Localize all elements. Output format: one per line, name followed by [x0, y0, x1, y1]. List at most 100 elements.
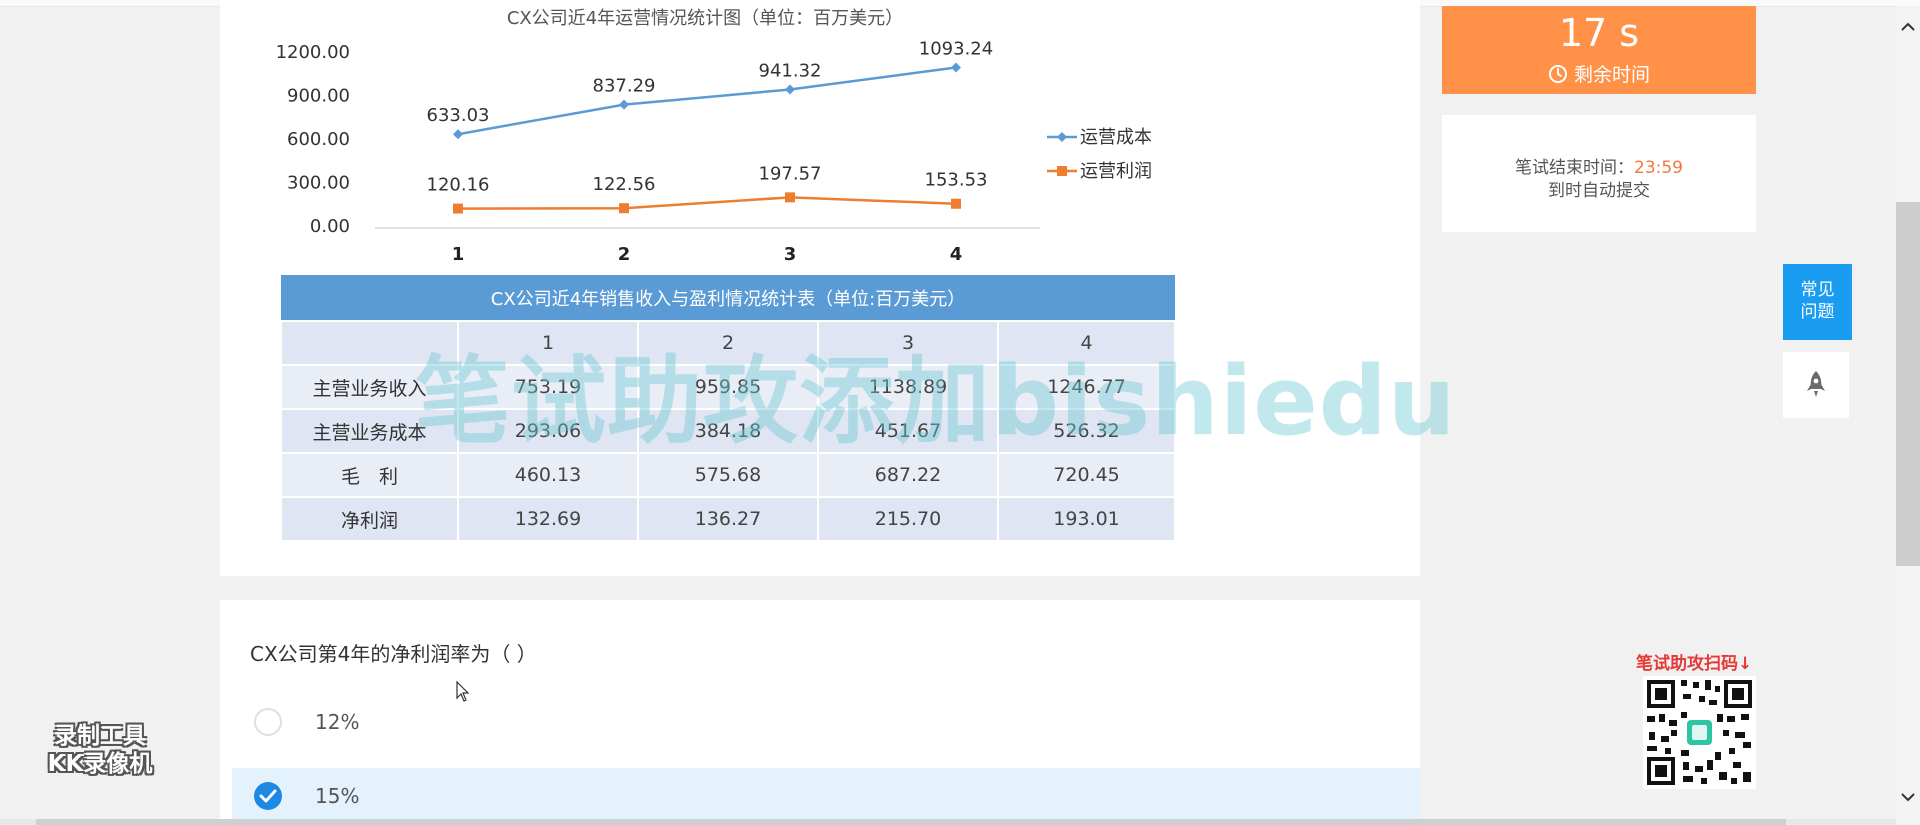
table-header-cell: 3: [817, 320, 999, 366]
faq-button[interactable]: 常见 问题: [1783, 264, 1852, 340]
table-cell: 959.85: [637, 364, 819, 410]
timer-label: 剩余时间: [1573, 64, 1650, 86]
chart-title: CX公司近4年运营情况统计图（单位：百万美元）: [507, 8, 903, 29]
table-cell: 384.18: [637, 408, 819, 454]
recorder-line2: KK录像机: [47, 751, 153, 777]
data-point: [619, 203, 629, 214]
option-label: 15%: [315, 784, 360, 808]
table-cell: 215.70: [817, 496, 999, 542]
table-header-cell: 1: [457, 320, 639, 366]
data-label: 941.32: [759, 61, 822, 82]
data-label: 120.16: [427, 175, 490, 196]
legend-label: 运营成本: [1080, 127, 1152, 148]
radio-unchecked-icon[interactable]: [254, 708, 282, 736]
legend-marker: [1057, 132, 1067, 142]
x-tick-label: 4: [950, 244, 963, 265]
table-cell: 753.19: [457, 364, 639, 410]
question-material-card: CX公司近4年运营情况统计图（单位：百万美元） 1200.00 900.00 600.…: [220, 0, 1420, 576]
legend-label: 运营利润: [1080, 161, 1152, 182]
x-tick-label: 2: [618, 244, 631, 265]
y-tick-label: 300.00: [287, 173, 350, 194]
data-point: [785, 192, 795, 203]
horizontal-scrollbar-thumb[interactable]: [36, 819, 1786, 825]
rocket-icon: [1807, 371, 1825, 397]
table-header-cell: 4: [996, 320, 1177, 366]
recorder-line1: 录制工具: [54, 723, 146, 749]
table-row: 毛 利 460.13 575.68 687.22 720.45: [280, 452, 1177, 498]
end-time-line: 笔试结束时间：23:59: [1442, 153, 1756, 178]
faq-label-line2: 问题: [1800, 302, 1835, 322]
data-point: [951, 198, 961, 209]
question-card: CX公司第4年的净利润率为（ ） 12% 15%: [220, 600, 1420, 825]
faq-label-line1: 常见: [1800, 280, 1835, 300]
row-label: 毛 利: [280, 452, 459, 498]
exam-end-info: 笔试结束时间：23:59 到时自动提交: [1442, 115, 1756, 232]
table-cell: 526.32: [996, 408, 1177, 454]
data-point: [785, 84, 795, 95]
x-tick-label: 1: [452, 244, 465, 265]
row-label: 主营业务收入: [280, 364, 459, 410]
y-tick-label: 600.00: [287, 129, 350, 150]
y-tick-label: 900.00: [287, 86, 350, 107]
table-header-cell: [280, 320, 459, 366]
table-header-cell: 2: [637, 320, 819, 366]
timer-value: 17 s: [1558, 11, 1640, 55]
question-text: CX公司第4年的净利润率为（ ）: [250, 642, 537, 666]
data-point: [453, 129, 463, 140]
table-cell: 1138.89: [817, 364, 999, 410]
row-label: 净利润: [280, 496, 459, 542]
option-b[interactable]: 15%: [232, 768, 1420, 824]
operating-line-chart: CX公司近4年运营情况统计图（单位：百万美元） 1200.00 900.00 600.…: [276, 8, 1152, 265]
timer-label-group: 剩余时间: [1548, 60, 1650, 87]
clock-icon: [1548, 64, 1567, 83]
mouse-cursor-icon: [456, 681, 470, 702]
table-header-row: 1 2 3 4: [280, 320, 1177, 366]
qr-code-image: [1643, 676, 1756, 789]
option-a[interactable]: 12%: [232, 694, 1420, 750]
table-cell: 460.13: [457, 452, 639, 498]
x-tick-label: 3: [784, 244, 797, 265]
table-cell: 687.22: [817, 452, 999, 498]
scrollbar-thumb[interactable]: [1896, 202, 1920, 566]
back-to-top-button[interactable]: [1783, 352, 1849, 418]
countdown-timer: 17 s 剩余时间: [1442, 6, 1756, 94]
table-row: 主营业务收入 753.19 959.85 1138.89 1246.77: [280, 364, 1177, 410]
data-label: 122.56: [593, 174, 656, 195]
vertical-scrollbar[interactable]: [1896, 6, 1920, 825]
data-point: [453, 203, 463, 214]
data-label: 1093.24: [919, 38, 993, 59]
data-label: 197.57: [759, 163, 822, 184]
table-cell: 575.68: [637, 452, 819, 498]
table-cell: 451.67: [817, 408, 999, 454]
qr-promo-title: 笔试助攻扫码↓: [1636, 654, 1753, 674]
end-time-label: 笔试结束时间：: [1515, 158, 1634, 178]
table-caption: CX公司近4年销售收入与盈利情况统计表（单位:百万美元）: [281, 275, 1176, 321]
series-line: [457, 196, 957, 210]
y-tick-label: 1200.00: [276, 42, 350, 63]
series-line: [457, 66, 957, 136]
row-label: 主营业务成本: [280, 408, 459, 454]
sales-profit-table: CX公司近4年销售收入与盈利情况统计表（单位:百万美元） 1 2 3 4 主营业…: [280, 275, 1177, 542]
table-cell: 1246.77: [996, 364, 1177, 410]
recorder-badge: 录制工具 KK录像机: [30, 722, 170, 778]
scroll-up-arrow-icon[interactable]: [1901, 22, 1915, 32]
data-point: [951, 62, 961, 73]
legend-marker: [1057, 166, 1067, 176]
data-point: [619, 99, 629, 110]
y-tick-label: 0.00: [310, 216, 350, 237]
table-cell: 293.06: [457, 408, 639, 454]
table-cell: 720.45: [996, 452, 1177, 498]
data-label: 837.29: [593, 76, 656, 97]
auto-submit-note: 到时自动提交: [1548, 181, 1650, 201]
end-time-value: 23:59: [1634, 158, 1683, 178]
radio-checked-icon[interactable]: [254, 782, 282, 810]
data-label: 633.03: [427, 105, 490, 126]
horizontal-scrollbar[interactable]: [0, 819, 1896, 825]
option-label: 12%: [315, 710, 360, 734]
table-row: 净利润 132.69 136.27 215.70 193.01: [280, 496, 1177, 542]
table-row: 主营业务成本 293.06 384.18 451.67 526.32: [280, 408, 1177, 454]
scroll-down-arrow-icon[interactable]: [1901, 792, 1915, 802]
table-cell: 136.27: [637, 496, 819, 542]
table-cell: 193.01: [996, 496, 1177, 542]
data-label: 153.53: [925, 170, 988, 191]
